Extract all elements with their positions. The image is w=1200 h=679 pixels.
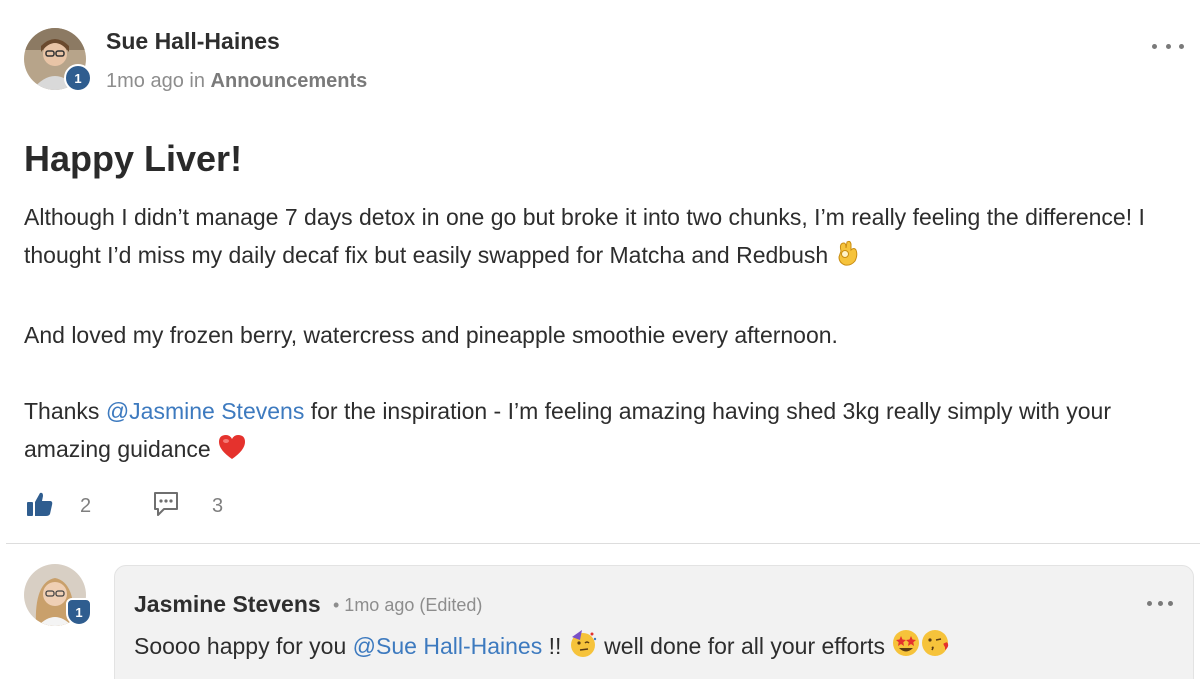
comment-text-after: well done for all your efforts — [597, 633, 892, 659]
post-more-icon[interactable] — [1152, 36, 1184, 56]
post-in-label: in — [189, 70, 205, 92]
star-struck-emoji-icon — [891, 628, 921, 664]
like-button[interactable]: 2 — [26, 490, 91, 523]
comment-meta: • 1mo ago (Edited) — [333, 595, 483, 615]
post-body: Although I didn’t manage 7 days detox in… — [24, 198, 1174, 510]
comment-text-before: Soooo happy for you — [134, 633, 353, 659]
red-heart-emoji-icon — [217, 433, 247, 472]
mention-jasmine-stevens[interactable]: @Jasmine Stevens — [106, 398, 305, 424]
divider — [6, 543, 1200, 544]
author-name[interactable]: Sue Hall-Haines — [106, 28, 280, 55]
post-meta: 1mo ago in Announcements — [106, 70, 367, 93]
paragraph-2-text: And loved my frozen berry, watercress an… — [24, 322, 838, 348]
comment-author-avatar-wrap: 1 — [24, 564, 94, 634]
post-paragraph: And loved my frozen berry, watercress an… — [24, 316, 1174, 354]
ok-hand-emoji-icon — [835, 239, 861, 278]
comment-text: Soooo happy for you @Sue Hall-Haines !! … — [134, 628, 951, 664]
partying-face-emoji-icon — [568, 628, 598, 664]
author-level-badge: 1 — [64, 64, 92, 92]
comment-author-name[interactable]: Jasmine Stevens — [134, 591, 321, 618]
comment-button[interactable]: 3 — [152, 490, 223, 523]
paragraph-3-text-before: Thanks — [24, 398, 106, 424]
face-blowing-kiss-emoji-icon — [921, 628, 951, 664]
post-title: Happy Liver! — [24, 138, 243, 179]
post-category-link[interactable]: Announcements — [211, 70, 368, 92]
comment-bubble-icon — [152, 490, 180, 523]
thumbs-up-icon — [26, 490, 54, 523]
comment-card: Jasmine Stevens • 1mo ago (Edited) Soooo… — [114, 565, 1194, 679]
comment-text-middle: !! — [542, 633, 568, 659]
paragraph-1-text: Although I didn’t manage 7 days detox in… — [24, 204, 1145, 268]
mention-sue-hall-haines[interactable]: @Sue Hall-Haines — [353, 633, 543, 659]
post-paragraph: Although I didn’t manage 7 days detox in… — [24, 198, 1174, 278]
post-paragraph: Thanks @Jasmine Stevens for the inspirat… — [24, 392, 1174, 472]
post-header: 1 Sue Hall-Haines 1mo ago in Announcemen… — [24, 28, 1184, 98]
post-time: 1mo ago — [106, 70, 184, 92]
comment-more-icon[interactable] — [1147, 596, 1173, 610]
comment-author-level-badge: 1 — [66, 598, 92, 626]
like-count: 2 — [80, 495, 92, 517]
comment-count: 3 — [212, 495, 224, 517]
